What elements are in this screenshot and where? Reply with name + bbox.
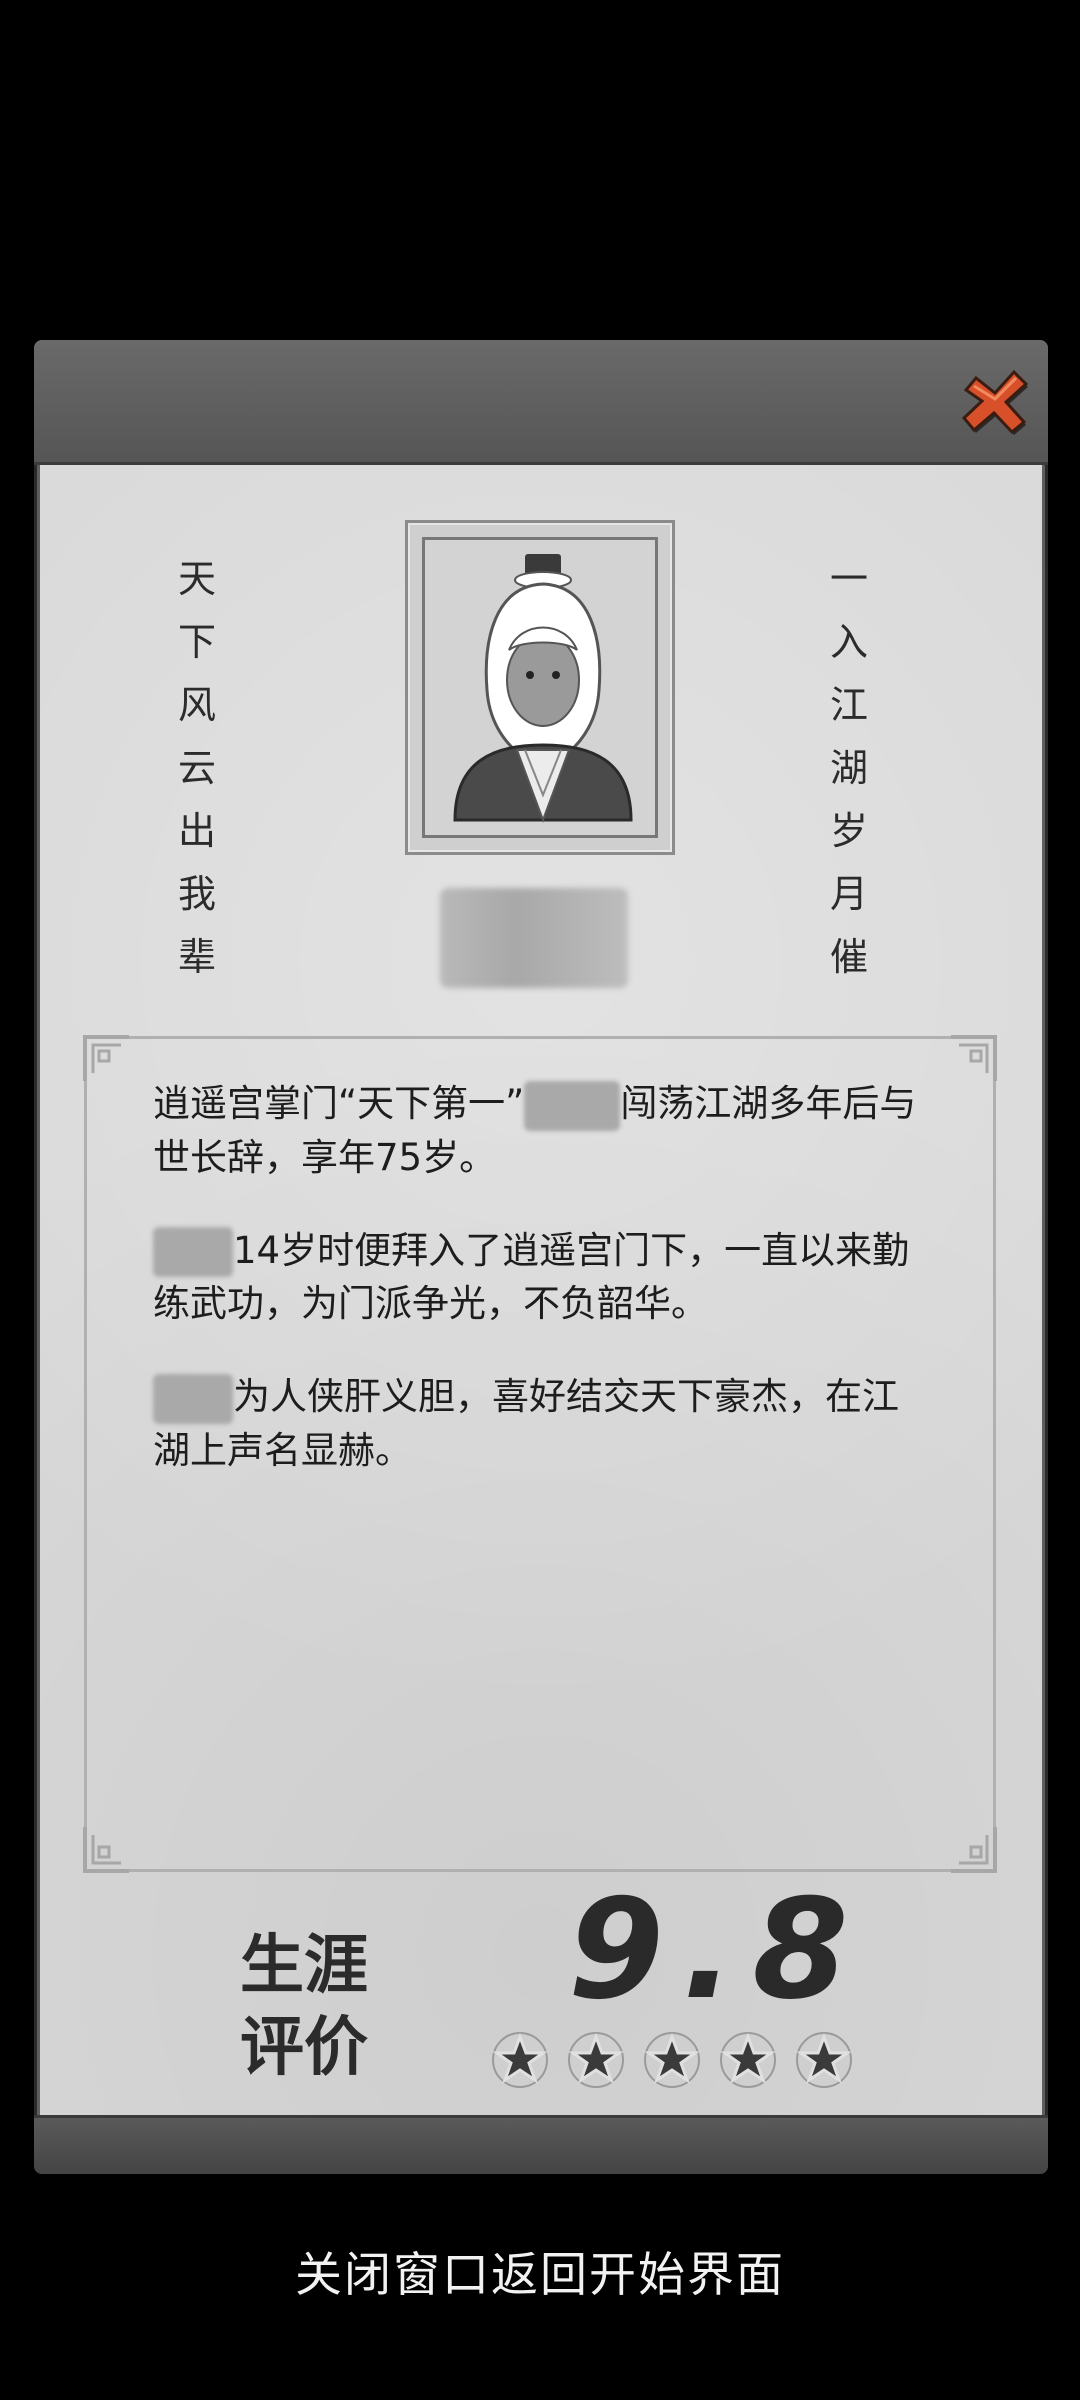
couplet-char: 下	[178, 620, 217, 664]
bio-text: 为人侠肝义胆，喜好结交天下豪杰，在江湖上声名显赫。	[153, 1375, 899, 1472]
dialog-header	[34, 340, 1048, 465]
couplet-char: 岁	[830, 809, 869, 853]
corner-ornament-icon	[83, 1827, 129, 1873]
couplet-char: 一	[830, 557, 869, 601]
bio-text: 逍遥宫掌门“天下第一”	[153, 1082, 525, 1125]
bio-text: 14岁时便拜入了逍遥宫门下，一直以来勤练武功，为门派争光，不负韶华。	[153, 1228, 910, 1326]
biography-panel: 逍遥宫掌门“天下第一” 闯荡江湖多年后与世长辞，享年75岁。 14岁时便拜入了逍遥…	[83, 1035, 997, 1873]
character-name-redacted	[440, 888, 628, 988]
couplet-char: 出	[178, 809, 217, 853]
couplet-char: 我	[178, 872, 217, 916]
biography-text: 逍遥宫掌门“天下第一” 闯荡江湖多年后与世长辞，享年75岁。 14岁时便拜入了逍遥…	[153, 1077, 933, 1517]
redacted-name	[524, 1080, 621, 1131]
career-rating-score: 9.8	[568, 1869, 867, 2030]
star-icon	[492, 2032, 548, 2088]
right-couplet: 一 入 江 湖 岁 月 催	[830, 548, 868, 989]
couplet-char: 辈	[178, 935, 217, 979]
rating-label-line: 生涯	[240, 1929, 368, 2003]
close-x-icon	[961, 369, 1029, 435]
portrait-image	[422, 537, 658, 838]
corner-ornament-icon	[951, 1827, 997, 1873]
couplet-char: 云	[178, 746, 217, 790]
couplet-char: 江	[830, 683, 869, 727]
couplet-char: 天	[178, 557, 217, 601]
dialog-footer	[34, 2115, 1048, 2174]
character-avatar-icon	[425, 540, 655, 835]
couplet-char: 湖	[830, 746, 869, 790]
couplet-char: 入	[830, 620, 869, 664]
corner-ornament-icon	[951, 1035, 997, 1081]
screen: 天 下 风 云 出 我 辈 一 入 江 湖 岁 月 催 逍遥宫掌门“天下第一” …	[0, 0, 1080, 2400]
star-icon	[568, 2032, 624, 2088]
couplet-char: 风	[178, 683, 217, 727]
couplet-char: 催	[830, 935, 869, 979]
close-hint-text: 关闭窗口返回开始界面	[295, 2248, 785, 2303]
bio-paragraph: 逍遥宫掌门“天下第一” 闯荡江湖多年后与世长辞，享年75岁。	[153, 1077, 933, 1184]
bio-paragraph: 为人侠肝义胆，喜好结交天下豪杰，在江湖上声名显赫。	[153, 1370, 933, 1477]
career-rating-label: 生涯 评价	[240, 1925, 368, 2089]
star-icon	[796, 2032, 852, 2088]
redacted-name	[153, 1227, 233, 1277]
star-icon	[720, 2032, 776, 2088]
rating-stars	[490, 2030, 854, 2090]
character-portrait	[405, 520, 675, 855]
couplet-char: 月	[830, 872, 869, 916]
star-icon	[644, 2032, 700, 2088]
corner-ornament-icon	[83, 1035, 129, 1081]
left-couplet: 天 下 风 云 出 我 辈	[178, 548, 216, 989]
redacted-name	[153, 1373, 233, 1424]
bio-paragraph: 14岁时便拜入了逍遥宫门下，一直以来勤练武功，为门派争光，不负韶华。	[153, 1224, 933, 1331]
close-button[interactable]	[956, 360, 1034, 438]
rating-label-line: 评价	[240, 2011, 368, 2085]
